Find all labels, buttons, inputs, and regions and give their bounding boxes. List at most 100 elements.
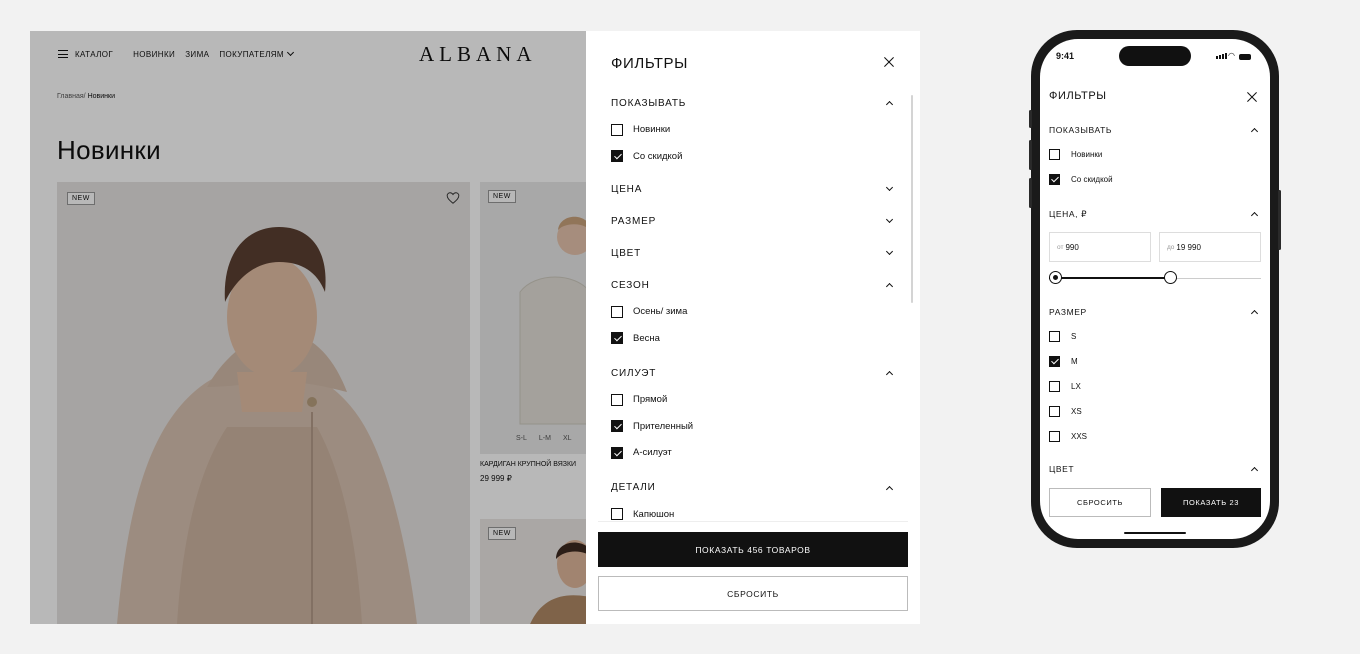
section-title: РАЗМЕР (1049, 307, 1087, 317)
wifi-icon: ◠ (1228, 51, 1235, 60)
filter-panel-title: ФИЛЬТРЫ (611, 55, 689, 72)
filter-option[interactable]: А-силуэт (611, 443, 896, 463)
filter-section-header[interactable]: СИЛУЭТ (611, 363, 896, 383)
show-results-button[interactable]: ПОКАЗАТЬ 456 ТОВАРОВ (598, 532, 908, 567)
price-to-input[interactable]: до 19 990 (1159, 232, 1261, 262)
checkbox[interactable] (611, 332, 623, 344)
dynamic-island (1119, 46, 1191, 66)
price-from-value: 990 (1065, 242, 1079, 252)
checkbox[interactable] (1049, 380, 1060, 392)
status-time: 9:41 (1056, 51, 1075, 61)
checkbox[interactable] (1049, 330, 1060, 342)
home-indicator (1124, 532, 1186, 534)
filter-option[interactable]: XXS (1049, 428, 1261, 444)
filter-option[interactable]: Новинки (1049, 146, 1261, 162)
price-from-prefix: от (1057, 243, 1064, 251)
filter-option[interactable]: Прителенный (611, 416, 896, 436)
size-options: S M LX XS XXS (1049, 328, 1261, 444)
close-icon[interactable] (884, 57, 894, 67)
divider (598, 521, 908, 522)
checkbox[interactable] (1049, 355, 1060, 367)
phone-side-button (1029, 110, 1032, 128)
filter-section-header[interactable]: ПОКАЗЫВАТЬ (611, 93, 896, 113)
option-label: M (1071, 356, 1078, 366)
filter-option[interactable]: Со скидкой (611, 146, 896, 166)
signal-icon (1216, 53, 1227, 59)
checkbox[interactable] (611, 305, 623, 318)
mobile-show-button[interactable]: ПОКАЗАТЬ 23 (1161, 488, 1261, 517)
option-label: Осень/ зима (633, 306, 688, 317)
chevron-up-icon (1250, 211, 1259, 220)
chevron-up-icon (885, 282, 894, 291)
filter-option[interactable]: Осень/ зима (611, 302, 896, 322)
battery-icon (1239, 54, 1251, 60)
filter-option[interactable]: Весна (611, 328, 896, 348)
filter-option[interactable]: XS (1049, 403, 1261, 419)
section-title: СИЛУЭТ (611, 367, 657, 379)
section-show[interactable]: ПОКАЗЫВАТЬ (1049, 123, 1261, 137)
filter-option[interactable]: Со скидкой (1049, 171, 1261, 187)
price-to-value: 19 990 (1176, 242, 1201, 252)
close-icon[interactable] (1247, 92, 1257, 102)
section-title: СЕЗОН (611, 279, 650, 291)
chevron-down-icon (885, 247, 894, 256)
chevron-down-icon (885, 183, 894, 192)
section-title: ЦВЕТ (1049, 464, 1075, 474)
checkbox[interactable] (1049, 430, 1060, 442)
filter-option[interactable]: LX (1049, 378, 1261, 394)
section-size[interactable]: РАЗМЕР (1049, 305, 1261, 319)
filter-panel: ФИЛЬТРЫ ПОКАЗЫВАТЬ Новинки Со скидкой ЦЕНА Р… (586, 31, 920, 624)
desktop-screen: КАТАЛОГ НОВИНКИ ЗИМА ПОКУПАТЕЛЯМ ALBANA … (30, 31, 920, 624)
option-label: Новинки (1071, 149, 1103, 159)
checkbox[interactable] (1049, 173, 1060, 185)
chevron-up-icon (1250, 309, 1259, 318)
filter-section-header[interactable]: СЕЗОН (611, 275, 896, 295)
checkbox[interactable] (1049, 405, 1060, 417)
filter-list: ПОКАЗЫВАТЬ Новинки Со скидкой ЦЕНА РАЗМЕР ЦВЕ… (611, 93, 896, 521)
price-from-input[interactable]: от 990 (1049, 232, 1151, 262)
section-title: ПОКАЗЫВАТЬ (611, 97, 687, 109)
phone-side-button (1278, 190, 1281, 250)
option-label: А-силуэт (633, 447, 672, 458)
filter-option[interactable]: Новинки (611, 120, 896, 140)
phone-side-button (1029, 140, 1032, 170)
filter-section-header[interactable]: ЦЕНА (611, 179, 896, 199)
reset-button[interactable]: СБРОСИТЬ (598, 576, 908, 611)
mobile-action-bar: СБРОСИТЬ ПОКАЗАТЬ 23 (1049, 488, 1261, 517)
slider-min-handle[interactable] (1049, 271, 1062, 284)
section-price[interactable]: ЦЕНА, ₽ (1049, 207, 1261, 221)
modal-overlay[interactable] (30, 31, 586, 624)
checkbox[interactable] (1049, 148, 1060, 160)
section-title: ЦЕНА, ₽ (1049, 208, 1088, 219)
filter-option[interactable]: M (1049, 353, 1261, 369)
scrollbar[interactable] (911, 95, 913, 303)
filter-section-header[interactable]: РАЗМЕР (611, 211, 896, 231)
filter-option[interactable]: Капюшон (611, 504, 896, 521)
chevron-up-icon (885, 100, 894, 109)
filter-section-header[interactable]: ДЕТАЛИ (611, 478, 896, 498)
chevron-up-icon (885, 485, 894, 493)
section-color[interactable]: ЦВЕТ (1049, 462, 1261, 476)
checkbox[interactable] (611, 150, 623, 162)
checkbox[interactable] (611, 420, 623, 432)
option-label: Прителенный (633, 420, 694, 432)
option-label: XS (1071, 406, 1082, 416)
checkbox[interactable] (611, 123, 623, 136)
mobile-reset-button[interactable]: СБРОСИТЬ (1049, 488, 1151, 517)
price-slider[interactable] (1049, 271, 1261, 285)
chevron-down-icon (885, 215, 894, 224)
checkbox[interactable] (611, 393, 623, 406)
option-label: XXS (1071, 431, 1088, 441)
filter-option[interactable]: Прямой (611, 390, 896, 410)
filter-section-header[interactable]: ЦВЕТ (611, 243, 896, 263)
mobile-screen: 9:41 ◠ ФИЛЬТРЫ ПОКАЗЫВАТЬ Новинки Со ски… (1040, 39, 1270, 539)
checkbox[interactable] (611, 508, 623, 520)
section-title: ЦВЕТ (611, 247, 642, 259)
checkbox[interactable] (611, 446, 623, 459)
phone-frame: 9:41 ◠ ФИЛЬТРЫ ПОКАЗЫВАТЬ Новинки Со ски… (1029, 30, 1281, 548)
slider-max-handle[interactable] (1164, 271, 1177, 284)
option-label: Со скидкой (1071, 174, 1113, 184)
section-title: ДЕТАЛИ (611, 482, 656, 493)
phone-side-button (1029, 178, 1032, 208)
filter-option[interactable]: S (1049, 328, 1261, 344)
